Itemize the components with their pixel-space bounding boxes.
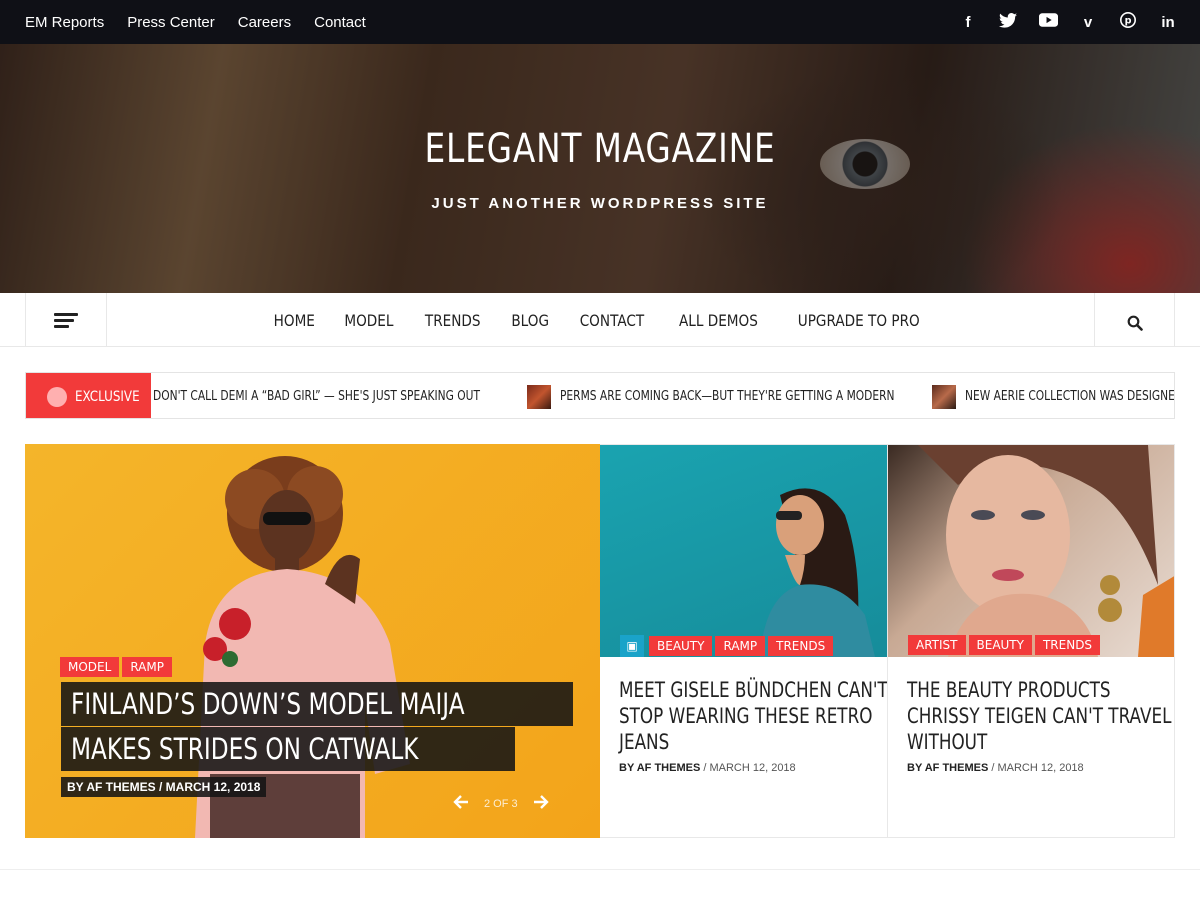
post-title-line: CHRISSY TEIGEN CAN'T TRAVEL (907, 704, 1172, 728)
tag-artist[interactable]: ARTIST (908, 635, 966, 655)
ticker-item-text: PERMS ARE COMING BACK—BUT THEY'RE GETTIN… (560, 389, 895, 404)
tag-ramp[interactable]: RAMP (122, 657, 172, 677)
slider-counter: 2 OF 3 (484, 797, 518, 810)
ticker-item[interactable]: NEW AERIE COLLECTION WAS DESIGNED (932, 373, 1175, 418)
tag-trends[interactable]: TRENDS (768, 636, 834, 656)
news-ticker: EXCLUSIVE DON'T CALL DEMI A “BAD GIRL” —… (25, 372, 1175, 419)
tag-beauty[interactable]: BEAUTY (649, 636, 713, 656)
post-card-title[interactable]: MEET GISELE BÜNDCHEN CAN'T STOP WEARING … (619, 677, 888, 755)
tag-model[interactable]: MODEL (60, 657, 120, 677)
twitter-icon[interactable] (998, 12, 1018, 32)
tag-ramp[interactable]: RAMP (715, 636, 766, 656)
post-date: / MARCH 12, 2018 (988, 762, 1084, 774)
section-divider (0, 869, 1200, 870)
gallery-icon: ▣ (620, 635, 644, 657)
nav-item-all-demos[interactable]: ALL DEMOS (679, 311, 758, 330)
svg-text:p: p (1125, 16, 1132, 27)
top-link-careers[interactable]: Careers (238, 14, 291, 31)
post-card-meta: BY AF THEMES / MARCH 12, 2018 (619, 762, 796, 774)
nav-item-contact[interactable]: CONTACT (580, 311, 644, 330)
live-dot-icon (47, 386, 67, 407)
post-title-line: STOP WEARING THESE RETRO (619, 704, 873, 728)
post-image-woman-sunglasses (760, 488, 875, 657)
post-card[interactable]: ARTIST BEAUTY TRENDS THE BEAUTY PRODUCTS C… (887, 444, 1175, 838)
ticker-item[interactable]: PERMS ARE COMING BACK—BUT THEY'RE GETTIN… (527, 373, 968, 418)
ticker-thumbnail (932, 384, 956, 409)
nav-item-trends[interactable]: TRENDS (425, 311, 481, 330)
nav-item-upgrade-to-pro[interactable]: UPGRADE TO PRO (797, 311, 919, 330)
featured-title-text: MAKES STRIDES ON CATWALK (71, 732, 419, 766)
post-title-line: WITHOUT (907, 730, 988, 754)
slider-pager: 2 OF 3 (450, 792, 552, 815)
hamburger-icon-line (54, 325, 69, 328)
tag-beauty[interactable]: BEAUTY (968, 635, 1032, 655)
ticker-label-text: EXCLUSIVE (75, 388, 140, 405)
tag-trends[interactable]: TRENDS (1034, 635, 1101, 655)
top-link-contact[interactable]: Contact (314, 14, 366, 31)
nav-item-model[interactable]: MODEL (345, 311, 394, 330)
vimeo-icon[interactable]: v (1078, 14, 1098, 31)
post-card-tags: ▣ BEAUTY RAMP TRENDS (620, 635, 836, 657)
facebook-icon[interactable]: f (958, 14, 978, 31)
nav-item-home[interactable]: HOME (274, 311, 315, 330)
ticker-item-text: NEW AERIE COLLECTION WAS DESIGNED (965, 389, 1175, 404)
hamburger-icon (54, 313, 78, 316)
post-card[interactable]: ▣ BEAUTY RAMP TRENDS MEET GISELE BÜNDCHEN … (600, 444, 888, 838)
top-bar: EM Reports Press Center Careers Contact … (0, 0, 1200, 44)
nav-item-blog[interactable]: BLOG (511, 311, 549, 330)
featured-title-line[interactable]: MAKES STRIDES ON CATWALK (61, 727, 516, 771)
post-author[interactable]: BY AF THEMES (619, 762, 700, 774)
nav-menu: HOME MODEL TRENDS BLOG CONTACT ALL DEMOS… (0, 293, 1200, 347)
post-date: / MARCH 12, 2018 (700, 762, 796, 774)
search-icon (1127, 315, 1143, 331)
linkedin-icon[interactable]: in (1158, 14, 1178, 31)
post-card-meta: BY AF THEMES / MARCH 12, 2018 (907, 762, 1084, 774)
arrow-right-icon[interactable] (530, 792, 552, 815)
post-card-image[interactable] (600, 445, 887, 657)
post-card-tags: ARTIST BEAUTY TRENDS (908, 635, 1103, 655)
main-navigation: HOME MODEL TRENDS BLOG CONTACT ALL DEMOS… (0, 293, 1200, 347)
post-title-line: THE BEAUTY PRODUCTS (907, 678, 1111, 702)
ticker-item[interactable]: DON'T CALL DEMI A “BAD GIRL” — SHE'S JUS… (153, 373, 552, 418)
site-tagline: JUST ANOTHER WORDPRESS SITE (431, 195, 769, 212)
hamburger-menu-button[interactable] (25, 293, 107, 347)
post-card-title[interactable]: THE BEAUTY PRODUCTS CHRISSY TEIGEN CAN'T… (907, 677, 1172, 755)
featured-title-line[interactable]: FINLAND’S DOWN’S MODEL MAIJA (61, 682, 573, 726)
search-button[interactable] (1094, 293, 1175, 347)
social-links: f v p in (938, 0, 1178, 44)
hamburger-icon-line (54, 319, 74, 322)
post-card-image[interactable] (888, 445, 1174, 657)
arrow-left-icon[interactable] (450, 792, 472, 815)
featured-tags: MODEL RAMP (60, 657, 175, 677)
featured-slider[interactable]: MODEL RAMP FINLAND’S DOWN’S MODEL MAIJA M… (25, 444, 600, 838)
post-title-line: MEET GISELE BÜNDCHEN CAN'T (619, 678, 888, 702)
post-title-line: JEANS (619, 730, 670, 754)
youtube-icon[interactable] (1038, 13, 1058, 31)
ticker-label: EXCLUSIVE (26, 373, 151, 418)
post-author[interactable]: BY AF THEMES (907, 762, 988, 774)
featured-title-text: FINLAND’S DOWN’S MODEL MAIJA (71, 687, 465, 721)
top-link-em-reports[interactable]: EM Reports (25, 14, 104, 31)
site-title[interactable]: ELEGANT MAGAZINE (108, 126, 1092, 172)
post-image-woman-portrait (918, 445, 1174, 657)
hero-banner: ELEGANT MAGAZINE JUST ANOTHER WORDPRESS … (0, 44, 1200, 293)
featured-meta: BY AF THEMES / MARCH 12, 2018 (61, 777, 267, 797)
pinterest-icon[interactable]: p (1118, 12, 1138, 32)
ticker-thumbnail (527, 384, 551, 409)
ticker-item-text: DON'T CALL DEMI A “BAD GIRL” — SHE'S JUS… (153, 389, 480, 404)
top-links: EM Reports Press Center Careers Contact (25, 0, 389, 44)
top-link-press-center[interactable]: Press Center (127, 14, 215, 31)
